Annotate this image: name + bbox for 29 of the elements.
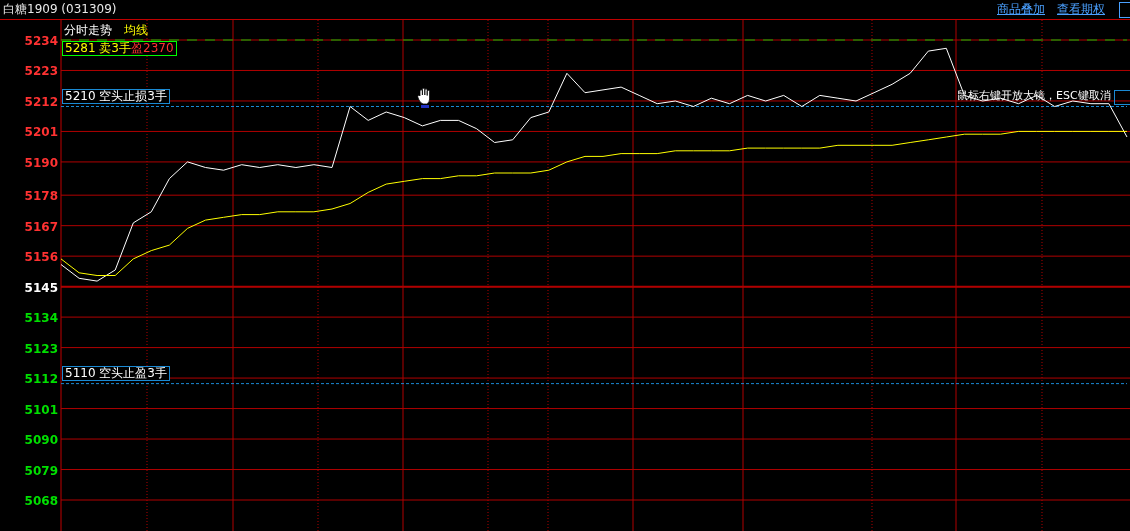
order-label[interactable]: 5281 卖3手盈2370 bbox=[62, 41, 177, 56]
order-label[interactable]: 5110 空头止盈3手 bbox=[62, 365, 170, 381]
axis-label: 5156 bbox=[24, 250, 58, 265]
axis-label: 5178 bbox=[24, 189, 58, 204]
axis-label: 5079 bbox=[24, 463, 58, 478]
order-line[interactable] bbox=[60, 106, 1128, 107]
window-title: 白糖1909 (031309) bbox=[3, 1, 117, 18]
toolbar-button[interactable] bbox=[1119, 1, 1130, 18]
hand-cursor-icon bbox=[417, 86, 433, 109]
price-tag[interactable] bbox=[1114, 89, 1130, 105]
header-link[interactable]: 查看期权 bbox=[1057, 1, 1105, 18]
axis-label: 5090 bbox=[24, 433, 58, 448]
axis-label: 5145 bbox=[24, 280, 58, 295]
axis-label: 5101 bbox=[24, 402, 58, 417]
axis-label: 5212 bbox=[24, 94, 58, 109]
axis-label: 5068 bbox=[24, 494, 58, 508]
axis-label: 5112 bbox=[24, 372, 58, 387]
axis-label: 5234 bbox=[24, 34, 58, 48]
legend-label: 均线 bbox=[124, 22, 148, 39]
order-label[interactable]: 5210 空头止损3手 bbox=[62, 88, 170, 104]
header-link[interactable]: 商品叠加 bbox=[997, 1, 1045, 18]
order-line[interactable] bbox=[60, 383, 1128, 385]
axis-label: 5123 bbox=[24, 341, 58, 356]
axis-label: 5167 bbox=[24, 219, 58, 234]
axis-label: 5223 bbox=[24, 64, 58, 79]
axis-label: 5190 bbox=[24, 155, 58, 170]
legend-label: 分时走势 bbox=[64, 22, 112, 39]
axis-label: 5134 bbox=[24, 311, 58, 326]
axis-label: 5201 bbox=[24, 125, 58, 140]
